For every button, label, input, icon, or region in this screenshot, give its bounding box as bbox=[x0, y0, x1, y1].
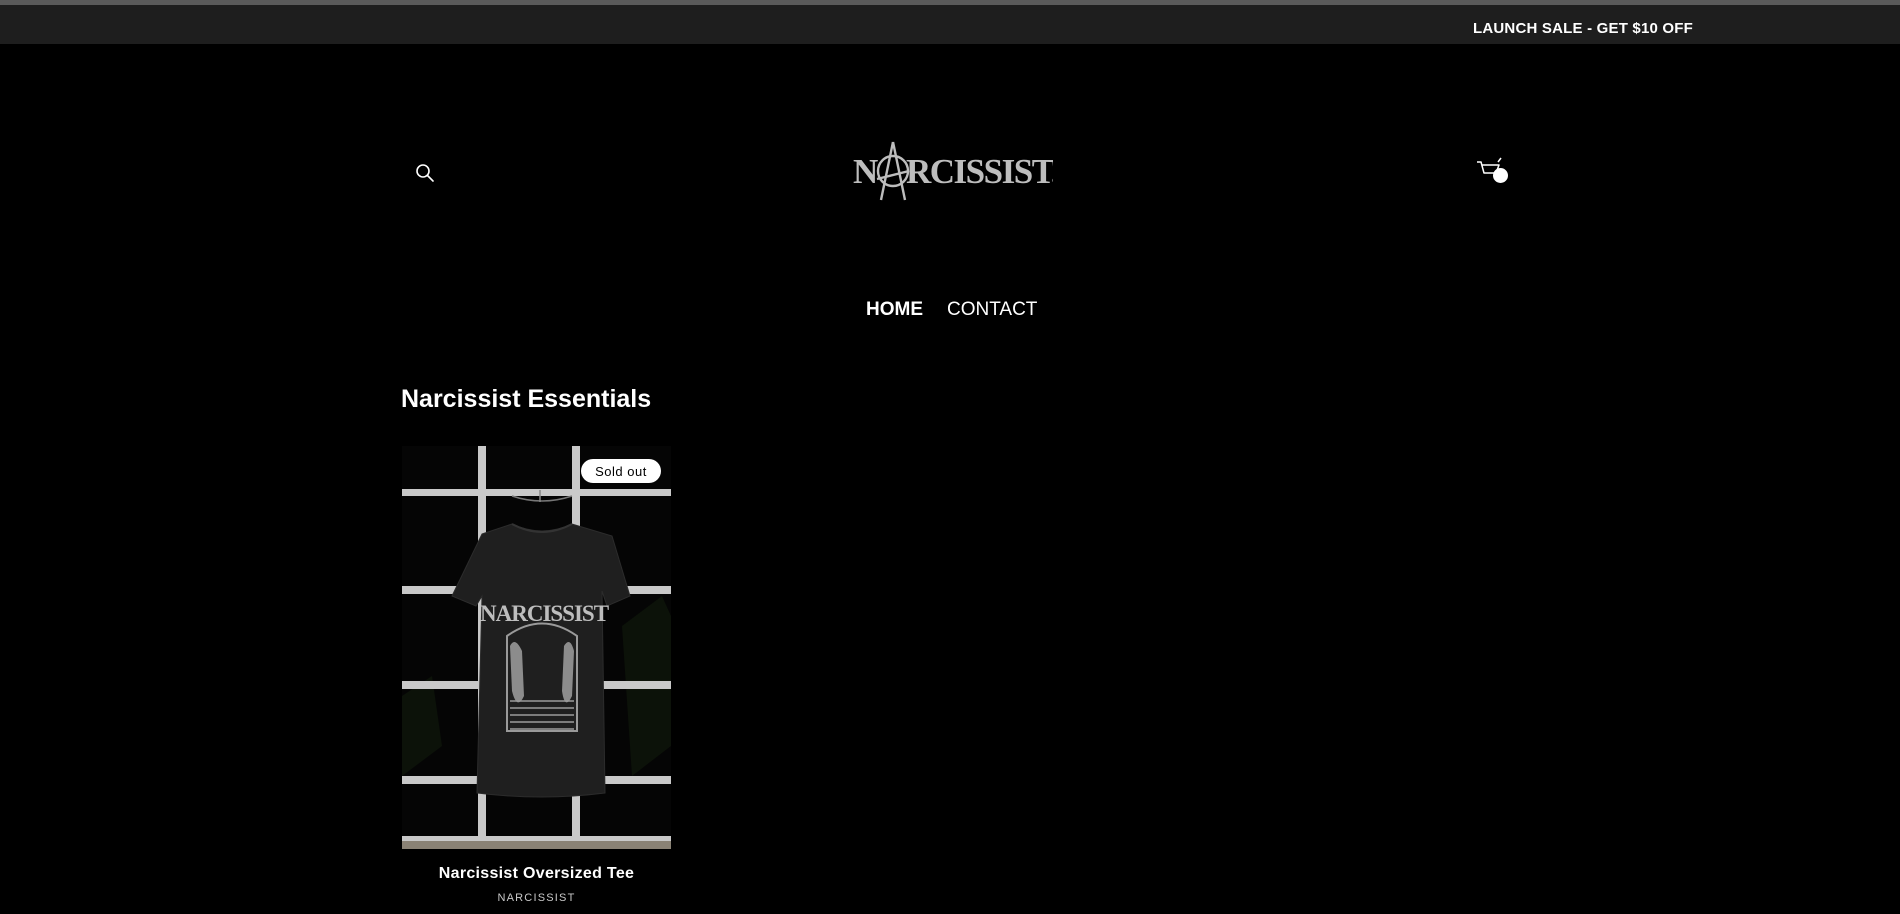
sold-out-badge: Sold out bbox=[581, 459, 661, 483]
search-button[interactable] bbox=[410, 158, 440, 188]
main-nav: HOME CONTACT bbox=[866, 299, 1037, 321]
product-title[interactable]: Narcissist Oversized Tee bbox=[402, 865, 671, 883]
product-vendor: NARCISSIST bbox=[497, 892, 576, 904]
announcement-bar: LAUNCH SALE - GET $10 OFF bbox=[0, 5, 1900, 44]
product-card[interactable]: NARCISSIST Sold out Narcissist Oversized… bbox=[402, 446, 671, 914]
nav-home-link[interactable]: HOME bbox=[866, 299, 923, 321]
collection-title: Narcissist Essentials bbox=[401, 385, 652, 413]
announcement-text: LAUNCH SALE - GET $10 OFF bbox=[1473, 20, 1694, 37]
nav-contact-link[interactable]: CONTACT bbox=[947, 299, 1037, 321]
product-image[interactable]: NARCISSIST bbox=[402, 446, 671, 849]
site-logo[interactable]: N RCISSIST. bbox=[853, 138, 1060, 204]
svg-text:RCISSIST.: RCISSIST. bbox=[906, 152, 1053, 191]
svg-text:NARCISSIST: NARCISSIST bbox=[480, 601, 609, 626]
search-icon bbox=[416, 164, 434, 182]
svg-text:N: N bbox=[853, 152, 878, 191]
cart-count-badge bbox=[1493, 168, 1508, 183]
cart-button[interactable] bbox=[1475, 156, 1509, 190]
